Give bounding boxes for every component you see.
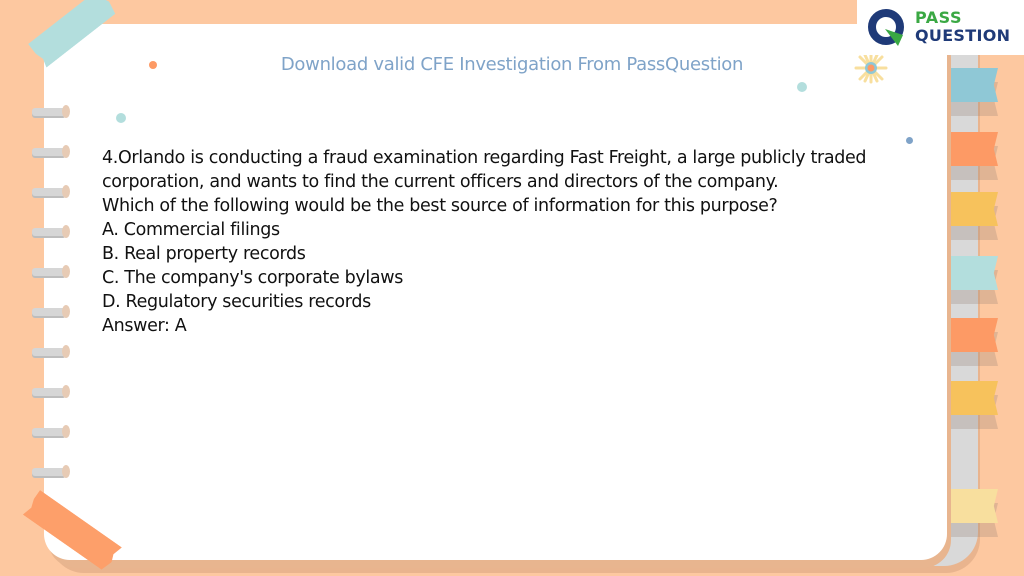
- q-logo-icon: [868, 9, 904, 46]
- binder-ring: [32, 425, 70, 438]
- question-stem-line: Which of the following would be the best…: [102, 196, 778, 216]
- answer-line: Answer: A: [102, 316, 187, 336]
- binder-ring: [32, 185, 70, 198]
- logo-text-question: QUESTION: [915, 26, 1011, 45]
- notebook-tab: [946, 381, 998, 429]
- notebook-tab: [946, 192, 998, 240]
- binder-ring: [32, 225, 70, 238]
- question-block: 4.Orlando is conducting a fraud examinat…: [102, 146, 902, 338]
- binder-ring: [32, 105, 70, 118]
- question-stem-line: 4.Orlando is conducting a fraud examinat…: [102, 148, 867, 168]
- question-stem-line: corporation, and wants to find the curre…: [102, 172, 779, 192]
- passquestion-logo: PASS QUESTION: [857, 0, 1024, 55]
- binder-ring: [32, 465, 70, 478]
- header-title: Download valid CFE Investigation From Pa…: [280, 54, 744, 75]
- option-d: D. Regulatory securities records: [102, 292, 371, 312]
- option-c: C. The company's corporate bylaws: [102, 268, 403, 288]
- notebook-tab: [946, 256, 998, 304]
- binder-ring: [32, 345, 70, 358]
- binder-ring: [32, 145, 70, 158]
- decor-dot: [116, 113, 126, 123]
- option-a: A. Commercial filings: [102, 220, 280, 240]
- notebook-tab: [946, 132, 998, 180]
- binder-ring: [32, 385, 70, 398]
- option-b: B. Real property records: [102, 244, 306, 264]
- binder-ring: [32, 305, 70, 318]
- decor-dot: [797, 82, 807, 92]
- notebook-tab: [946, 318, 998, 366]
- notebook-tab: [946, 489, 998, 537]
- logo-text-pass: PASS: [915, 8, 962, 27]
- binder-ring: [32, 265, 70, 278]
- decor-dot: [906, 137, 913, 144]
